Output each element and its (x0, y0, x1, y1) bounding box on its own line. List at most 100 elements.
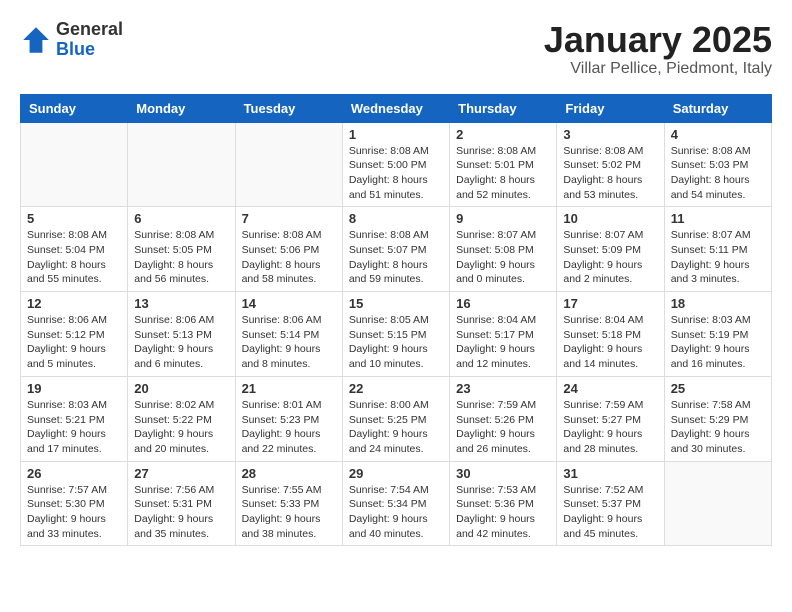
logo-blue-text: Blue (56, 40, 123, 60)
calendar-cell (128, 122, 235, 207)
day-info: Sunrise: 7:56 AM Sunset: 5:31 PM Dayligh… (134, 483, 228, 542)
calendar-cell: 10 Sunrise: 8:07 AM Sunset: 5:09 PM Dayli… (557, 207, 664, 292)
day-number: 15 (349, 296, 443, 311)
calendar-cell: 5Sunrise: 8:08 AM Sunset: 5:04 PM Daylig… (21, 207, 128, 292)
calendar-cell: 13 Sunrise: 8:06 AM Sunset: 5:13 PM Dayli… (128, 292, 235, 377)
day-number: 27 (134, 466, 228, 481)
logo-general-text: General (56, 20, 123, 40)
day-info: Sunrise: 7:59 AM Sunset: 5:26 PM Dayligh… (456, 398, 550, 457)
day-info: Sunrise: 8:08 AM Sunset: 5:01 PM Dayligh… (456, 144, 550, 203)
calendar-cell: 20Sunrise: 8:02 AM Sunset: 5:22 PM Dayli… (128, 376, 235, 461)
day-number: 2 (456, 127, 550, 142)
title-section: January 2025 Villar Pellice, Piedmont, I… (544, 20, 772, 78)
weekday-header-monday: Monday (128, 94, 235, 122)
day-number: 16 (456, 296, 550, 311)
calendar-cell: 15 Sunrise: 8:05 AM Sunset: 5:15 PM Dayli… (342, 292, 449, 377)
month-title: January 2025 (544, 20, 772, 60)
day-info: Sunrise: 8:08 AM Sunset: 5:06 PM Dayligh… (242, 228, 336, 287)
day-number: 10 (563, 211, 657, 226)
logo-text: General Blue (56, 20, 123, 60)
day-number: 4 (671, 127, 765, 142)
day-number: 29 (349, 466, 443, 481)
calendar-cell: 27 Sunrise: 7:56 AM Sunset: 5:31 PM Dayli… (128, 461, 235, 546)
weekday-header-sunday: Sunday (21, 94, 128, 122)
day-info: Sunrise: 7:54 AM Sunset: 5:34 PM Dayligh… (349, 483, 443, 542)
calendar-cell: 19Sunrise: 8:03 AM Sunset: 5:21 PM Dayli… (21, 376, 128, 461)
day-number: 11 (671, 211, 765, 226)
weekday-header-row: SundayMondayTuesdayWednesdayThursdayFrid… (21, 94, 772, 122)
weekday-header-thursday: Thursday (450, 94, 557, 122)
day-info: Sunrise: 8:08 AM Sunset: 5:07 PM Dayligh… (349, 228, 443, 287)
day-info: Sunrise: 7:59 AM Sunset: 5:27 PM Dayligh… (563, 398, 657, 457)
week-row-5: 26 Sunrise: 7:57 AM Sunset: 5:30 PM Dayli… (21, 461, 772, 546)
day-number: 13 (134, 296, 228, 311)
day-number: 14 (242, 296, 336, 311)
calendar-cell: 14 Sunrise: 8:06 AM Sunset: 5:14 PM Dayli… (235, 292, 342, 377)
day-number: 30 (456, 466, 550, 481)
location-subtitle: Villar Pellice, Piedmont, Italy (544, 60, 772, 78)
day-number: 23 (456, 381, 550, 396)
calendar-cell (21, 122, 128, 207)
weekday-header-saturday: Saturday (664, 94, 771, 122)
calendar-cell: 30 Sunrise: 7:53 AM Sunset: 5:36 PM Dayli… (450, 461, 557, 546)
day-info: Sunrise: 8:06 AM Sunset: 5:13 PM Dayligh… (134, 313, 228, 372)
week-row-1: 1 Sunrise: 8:08 AM Sunset: 5:00 PM Daylig… (21, 122, 772, 207)
day-number: 31 (563, 466, 657, 481)
day-info: Sunrise: 8:06 AM Sunset: 5:14 PM Dayligh… (242, 313, 336, 372)
logo: General Blue (20, 20, 123, 60)
week-row-4: 19Sunrise: 8:03 AM Sunset: 5:21 PM Dayli… (21, 376, 772, 461)
day-number: 25 (671, 381, 765, 396)
day-number: 26 (27, 466, 121, 481)
day-number: 1 (349, 127, 443, 142)
calendar-cell: 23 Sunrise: 7:59 AM Sunset: 5:26 PM Dayli… (450, 376, 557, 461)
day-info: Sunrise: 8:05 AM Sunset: 5:15 PM Dayligh… (349, 313, 443, 372)
day-info: Sunrise: 8:00 AM Sunset: 5:25 PM Dayligh… (349, 398, 443, 457)
day-info: Sunrise: 8:06 AM Sunset: 5:12 PM Dayligh… (27, 313, 121, 372)
day-info: Sunrise: 8:04 AM Sunset: 5:17 PM Dayligh… (456, 313, 550, 372)
calendar-cell: 3Sunrise: 8:08 AM Sunset: 5:02 PM Daylig… (557, 122, 664, 207)
day-info: Sunrise: 8:08 AM Sunset: 5:03 PM Dayligh… (671, 144, 765, 203)
day-info: Sunrise: 8:01 AM Sunset: 5:23 PM Dayligh… (242, 398, 336, 457)
calendar-cell: 26 Sunrise: 7:57 AM Sunset: 5:30 PM Dayli… (21, 461, 128, 546)
day-number: 8 (349, 211, 443, 226)
day-info: Sunrise: 8:07 AM Sunset: 5:11 PM Dayligh… (671, 228, 765, 287)
week-row-3: 12 Sunrise: 8:06 AM Sunset: 5:12 PM Dayli… (21, 292, 772, 377)
week-row-2: 5Sunrise: 8:08 AM Sunset: 5:04 PM Daylig… (21, 207, 772, 292)
calendar-cell: 24Sunrise: 7:59 AM Sunset: 5:27 PM Dayli… (557, 376, 664, 461)
weekday-header-tuesday: Tuesday (235, 94, 342, 122)
calendar-cell: 16 Sunrise: 8:04 AM Sunset: 5:17 PM Dayli… (450, 292, 557, 377)
calendar-cell: 28 Sunrise: 7:55 AM Sunset: 5:33 PM Dayli… (235, 461, 342, 546)
weekday-header-wednesday: Wednesday (342, 94, 449, 122)
calendar-cell: 2 Sunrise: 8:08 AM Sunset: 5:01 PM Daylig… (450, 122, 557, 207)
day-info: Sunrise: 8:07 AM Sunset: 5:09 PM Dayligh… (563, 228, 657, 287)
day-number: 28 (242, 466, 336, 481)
day-info: Sunrise: 7:53 AM Sunset: 5:36 PM Dayligh… (456, 483, 550, 542)
day-number: 7 (242, 211, 336, 226)
day-info: Sunrise: 8:08 AM Sunset: 5:02 PM Dayligh… (563, 144, 657, 203)
day-number: 20 (134, 381, 228, 396)
calendar-cell: 18Sunrise: 8:03 AM Sunset: 5:19 PM Dayli… (664, 292, 771, 377)
day-info: Sunrise: 8:08 AM Sunset: 5:00 PM Dayligh… (349, 144, 443, 203)
calendar-cell: 17Sunrise: 8:04 AM Sunset: 5:18 PM Dayli… (557, 292, 664, 377)
day-info: Sunrise: 7:57 AM Sunset: 5:30 PM Dayligh… (27, 483, 121, 542)
calendar-cell: 9Sunrise: 8:07 AM Sunset: 5:08 PM Daylig… (450, 207, 557, 292)
day-number: 12 (27, 296, 121, 311)
calendar-cell: 29 Sunrise: 7:54 AM Sunset: 5:34 PM Dayli… (342, 461, 449, 546)
calendar-cell: 25 Sunrise: 7:58 AM Sunset: 5:29 PM Dayli… (664, 376, 771, 461)
day-info: Sunrise: 7:58 AM Sunset: 5:29 PM Dayligh… (671, 398, 765, 457)
calendar-cell: 1 Sunrise: 8:08 AM Sunset: 5:00 PM Daylig… (342, 122, 449, 207)
day-number: 17 (563, 296, 657, 311)
day-info: Sunrise: 7:55 AM Sunset: 5:33 PM Dayligh… (242, 483, 336, 542)
calendar: SundayMondayTuesdayWednesdayThursdayFrid… (20, 94, 772, 547)
calendar-cell: 7 Sunrise: 8:08 AM Sunset: 5:06 PM Daylig… (235, 207, 342, 292)
day-number: 22 (349, 381, 443, 396)
day-info: Sunrise: 8:07 AM Sunset: 5:08 PM Dayligh… (456, 228, 550, 287)
calendar-cell: 12 Sunrise: 8:06 AM Sunset: 5:12 PM Dayli… (21, 292, 128, 377)
calendar-cell: 8 Sunrise: 8:08 AM Sunset: 5:07 PM Daylig… (342, 207, 449, 292)
day-number: 21 (242, 381, 336, 396)
calendar-cell: 31Sunrise: 7:52 AM Sunset: 5:37 PM Dayli… (557, 461, 664, 546)
day-number: 19 (27, 381, 121, 396)
logo-icon (20, 24, 52, 56)
weekday-header-friday: Friday (557, 94, 664, 122)
calendar-cell: 6Sunrise: 8:08 AM Sunset: 5:05 PM Daylig… (128, 207, 235, 292)
